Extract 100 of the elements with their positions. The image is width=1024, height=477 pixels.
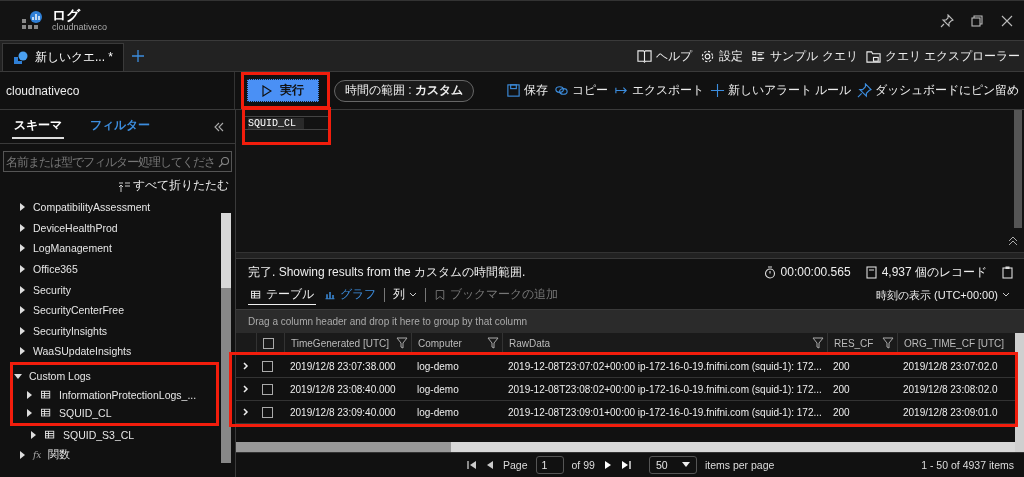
- scrollbar[interactable]: [221, 213, 231, 463]
- table-cell: 2019/12/8 23:08:02.0: [903, 383, 998, 395]
- tree-item[interactable]: Security: [14, 279, 221, 300]
- previous-page-icon[interactable]: [485, 460, 495, 470]
- filter-icon[interactable]: [882, 337, 894, 349]
- item-range: 1 - 50 of 4937 items: [921, 459, 1014, 471]
- stopwatch-icon: [763, 265, 776, 279]
- tree-item[interactable]: WaaSUpdateInsights: [14, 341, 221, 362]
- query-editor[interactable]: SQUID_CL: [236, 110, 1024, 253]
- column-header[interactable]: RawData: [502, 333, 827, 355]
- column-header[interactable]: ORG_TIME_CF [UTC]: [897, 333, 1015, 355]
- table-cell: 2019-12-08T23:08:02+00:00 ip-172-16-0-19.fnifni.com (squid-1): 172...: [508, 383, 822, 395]
- first-page-icon[interactable]: [467, 460, 477, 470]
- scrollbar[interactable]: [236, 442, 1024, 452]
- action-button[interactable]: コピー: [550, 82, 611, 99]
- filter-icon[interactable]: [487, 337, 499, 349]
- action-button[interactable]: 新しいアラート ルール: [706, 82, 854, 99]
- tree-item[interactable]: CompatibilityAssessment: [14, 197, 221, 218]
- collapse-all-icon: [118, 179, 130, 192]
- page-label: Page: [503, 459, 528, 471]
- panel-tab[interactable]: フィルター: [88, 115, 152, 139]
- checkbox[interactable]: [262, 406, 273, 418]
- grid-icon: [40, 389, 52, 402]
- chevron-right-icon[interactable]: [242, 408, 250, 416]
- table-cell: 2019/12/8 23:09:01.0: [903, 406, 998, 418]
- window-title: ログ: [52, 7, 82, 23]
- panel-tab[interactable]: スキーマ: [12, 115, 64, 139]
- table-cell: 2019/12/8 23:07:38.000: [290, 360, 396, 372]
- query-tab[interactable]: 新しいクエ... *: [2, 43, 124, 71]
- time-display-dropdown[interactable]: 時刻の表示 (UTC+00:00): [876, 287, 1010, 303]
- add-tab-icon[interactable]: [130, 48, 146, 64]
- tree-item[interactable]: Office365: [14, 258, 221, 280]
- status-text: 完了. Showing results from the カスタムの時間範囲.: [248, 263, 526, 281]
- tree-item[interactable]: fx 関数: [14, 444, 221, 465]
- next-page-icon[interactable]: [602, 460, 613, 470]
- save-icon: [505, 83, 521, 98]
- tree-item[interactable]: LogManagement: [14, 238, 221, 259]
- table-row[interactable]: 2019/12/8 23:09:40.000 log-demo 2019-12-08T23:09:01+00:00 ip-172-16-0-19.fnifni.com (squid-1): 172... 200 2019/12/8 23:09:01.0: [236, 401, 1015, 424]
- view-tab[interactable]: 列: [391, 285, 419, 305]
- pin-icon[interactable]: [940, 13, 954, 28]
- table-cell: 2019/12/8 23:08:40.000: [290, 383, 396, 395]
- last-page-icon[interactable]: [620, 460, 631, 470]
- view-tab[interactable]: グラフ: [322, 285, 378, 305]
- chevron-right-icon[interactable]: [242, 385, 250, 393]
- scroll-top-icon[interactable]: [1008, 236, 1018, 246]
- page-size-dropdown[interactable]: 50: [648, 456, 697, 474]
- book-icon: [637, 48, 653, 64]
- function-icon: fx: [33, 449, 42, 460]
- toolbar-link[interactable]: クエリ エクスプローラー: [861, 47, 1024, 65]
- bookmark-icon: [434, 288, 446, 301]
- tree-item[interactable]: SQUID_S3_CL: [14, 426, 221, 445]
- query-duration: 00:00:00.565: [780, 265, 851, 279]
- app-logo-icon: [20, 9, 44, 32]
- filter-icon[interactable]: [396, 337, 408, 349]
- chevron-down-icon: [1002, 292, 1010, 298]
- checkbox[interactable]: [262, 360, 273, 372]
- chevron-right-icon[interactable]: [242, 362, 250, 370]
- table-cell: 2019-12-08T23:09:01+00:00 ip-172-16-0-19.fnifni.com (squid-1): 172...: [508, 406, 822, 418]
- tree-item[interactable]: Custom Logs: [13, 365, 216, 387]
- action-button[interactable]: エクスポート: [610, 82, 707, 99]
- run-button[interactable]: 実行: [247, 79, 319, 102]
- scrollbar[interactable]: [1014, 110, 1022, 228]
- close-icon[interactable]: [1000, 13, 1014, 28]
- table-cell: log-demo: [417, 406, 459, 418]
- toolbar-link[interactable]: 設定: [696, 47, 748, 65]
- toolbar-link[interactable]: ヘルプ: [633, 47, 697, 65]
- filter-icon[interactable]: [812, 337, 824, 349]
- page-number-field[interactable]: 1: [535, 456, 564, 474]
- clipboard-icon[interactable]: [1002, 265, 1014, 279]
- restore-icon[interactable]: [970, 13, 984, 28]
- filter-field[interactable]: 名前または型でフィルター処理してくださ: [3, 151, 232, 172]
- column-header[interactable]: RES_CF: [827, 333, 897, 355]
- grid-icon: [44, 429, 56, 442]
- view-tab[interactable]: テーブル: [248, 285, 316, 305]
- settings-icon: [700, 48, 716, 64]
- tree-item[interactable]: SecurityInsights: [14, 320, 221, 342]
- action-button[interactable]: 保存: [502, 82, 551, 99]
- grid-icon: [40, 407, 52, 420]
- collapse-icon[interactable]: [213, 121, 225, 133]
- time-range-button[interactable]: 時間の範囲 : カスタム: [334, 79, 474, 102]
- checkbox[interactable]: [262, 383, 273, 395]
- column-header[interactable]: TimeGenerated [UTC]: [284, 333, 411, 355]
- collapse-all-button[interactable]: すべて折りたたむ: [118, 177, 229, 194]
- group-by-bar: Drag a column header and drop it here to group by that column: [236, 309, 1024, 333]
- page-total: of 99: [571, 459, 595, 471]
- action-button[interactable]: ダッシュボードにピン留め: [854, 82, 1022, 99]
- tree-item[interactable]: SQUID_CL: [13, 404, 216, 423]
- tree-item[interactable]: InformationProtectionLogs_...: [13, 386, 216, 405]
- table-row[interactable]: 2019/12/8 23:08:40.000 log-demo 2019-12-08T23:08:02+00:00 ip-172-16-0-19.fnifni.com (squid-1): 172... 200 2019/12/8 23:08:02.0: [236, 378, 1015, 401]
- table-cell: 2019/12/8 23:07:02.0: [903, 360, 998, 372]
- folder-icon: [865, 48, 881, 64]
- toolbar-link[interactable]: サンプル クエリ: [747, 47, 862, 65]
- table-row[interactable]: 2019/12/8 23:07:38.000 log-demo 2019-12-08T23:07:02+00:00 ip-172-16-0-19.fnifni.com (squid-1): 172... 200 2019/12/8 23:07:02.0: [236, 355, 1015, 378]
- tree-item[interactable]: DeviceHealthProd: [14, 217, 221, 239]
- list-icon: [751, 48, 767, 64]
- checkbox[interactable]: [263, 337, 274, 349]
- column-header[interactable]: Computer: [411, 333, 502, 355]
- tree-item[interactable]: SecurityCenterFree: [14, 299, 221, 321]
- per-page-label: items per page: [704, 459, 775, 471]
- query-icon: [13, 50, 29, 65]
